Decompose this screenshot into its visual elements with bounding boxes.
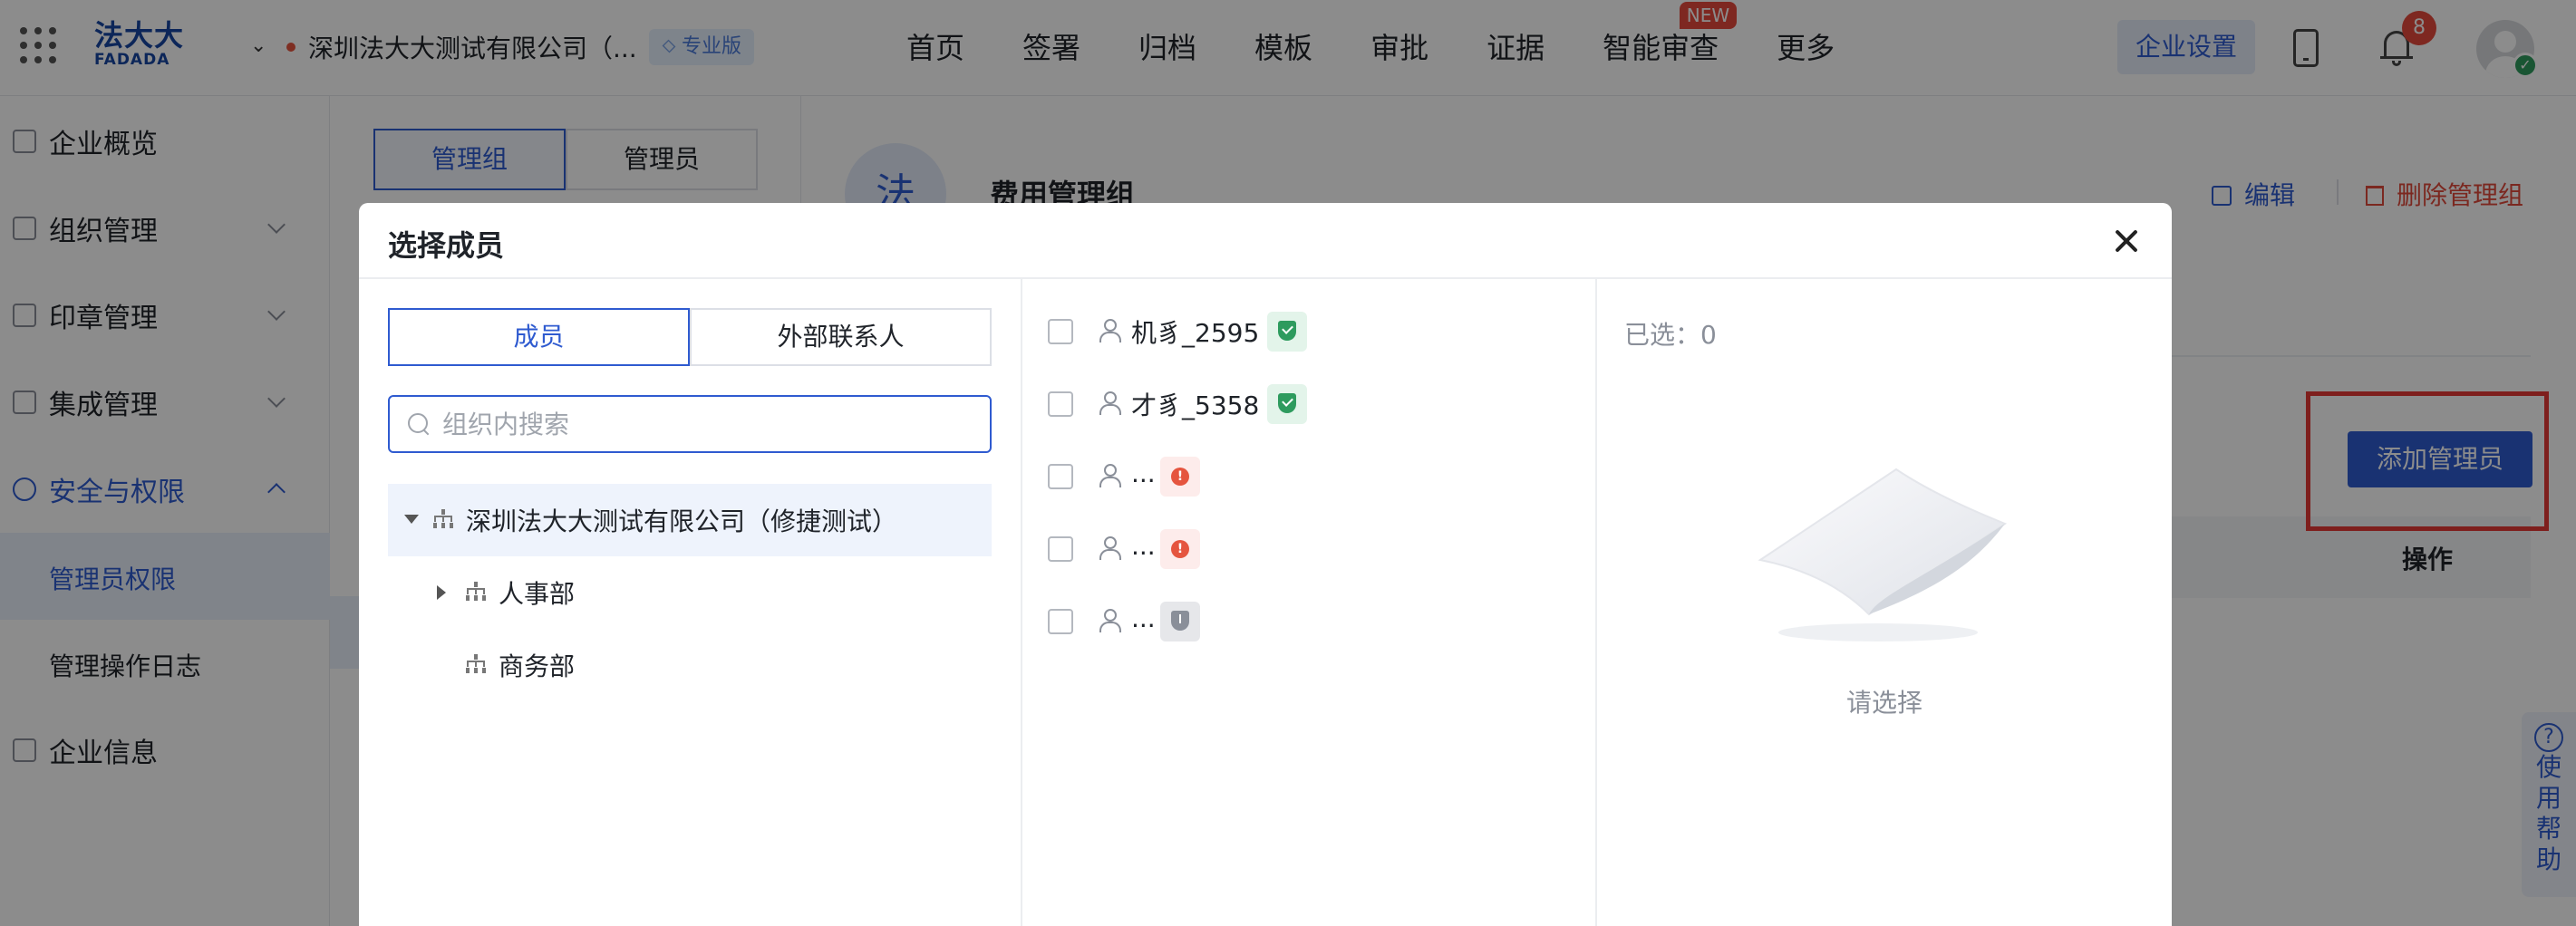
tree-node-label: 商务部 [499, 651, 576, 681]
unverified-shield-icon [1160, 602, 1200, 641]
dialog-header: 选择成员 [359, 203, 2172, 279]
selected-members-column: 已选：0 请选择 [1597, 279, 2172, 926]
member-name: 机豸_2595 [1131, 318, 1260, 348]
tree-node-label: 人事部 [499, 579, 576, 609]
member-name: ... [1131, 531, 1156, 561]
list-item[interactable]: 才豸_5358 [1022, 368, 1597, 440]
list-item[interactable]: ... [1022, 585, 1597, 658]
tree-node-label: 深圳法大大测试有限公司（修捷测试） [466, 506, 898, 536]
dialog-title: 选择成员 [388, 228, 505, 263]
close-icon[interactable] [2112, 227, 2141, 256]
tab-external-contacts[interactable]: 外部联系人 [690, 308, 992, 366]
member-name: ... [1131, 458, 1156, 488]
member-checkbox[interactable] [1048, 536, 1073, 562]
user-icon [1099, 464, 1121, 487]
search-input[interactable] [442, 406, 977, 442]
member-checkbox[interactable] [1048, 464, 1073, 489]
selected-count: 已选：0 [1624, 320, 1717, 350]
user-icon [1099, 536, 1121, 560]
org-chart-icon [466, 582, 486, 602]
member-name: 才豸_5358 [1131, 391, 1260, 420]
search-box [388, 395, 992, 453]
caret-down-icon[interactable] [404, 515, 419, 524]
org-chart-icon [466, 654, 486, 674]
tree-node-hr[interactable]: 人事部 [388, 556, 992, 629]
empty-paper-illustration [1758, 468, 2008, 641]
tree-node-business[interactable]: 商务部 [388, 629, 992, 701]
warning-icon [1160, 457, 1200, 497]
select-member-dialog: 选择成员 成员 外部联系人 深圳法大大测试有限公司（修捷测试） [359, 203, 2172, 926]
member-list-column: 机豸_2595 才豸_5358 ... ... ... [1022, 279, 1597, 926]
tree-node-root[interactable]: 深圳法大大测试有限公司（修捷测试） [388, 484, 992, 556]
user-icon [1099, 609, 1121, 632]
empty-state-text: 请选择 [1845, 688, 1922, 718]
search-icon [408, 413, 430, 435]
verified-shield-icon [1267, 312, 1307, 352]
tab-members[interactable]: 成员 [388, 308, 690, 366]
list-item[interactable]: ... [1022, 513, 1597, 585]
user-icon [1099, 391, 1121, 415]
member-checkbox[interactable] [1048, 319, 1073, 344]
verified-shield-icon [1267, 384, 1307, 424]
list-item[interactable]: 机豸_2595 [1022, 295, 1597, 368]
org-chart-icon [433, 509, 453, 529]
member-name: ... [1131, 603, 1156, 633]
caret-right-icon[interactable] [437, 585, 446, 600]
member-source-tabs: 成员 外部联系人 [388, 308, 992, 366]
list-item[interactable]: ... [1022, 440, 1597, 513]
user-icon [1099, 319, 1121, 342]
org-tree-column: 成员 外部联系人 深圳法大大测试有限公司（修捷测试） [359, 279, 1022, 926]
member-checkbox[interactable] [1048, 391, 1073, 417]
warning-icon [1160, 529, 1200, 569]
member-checkbox[interactable] [1048, 609, 1073, 634]
